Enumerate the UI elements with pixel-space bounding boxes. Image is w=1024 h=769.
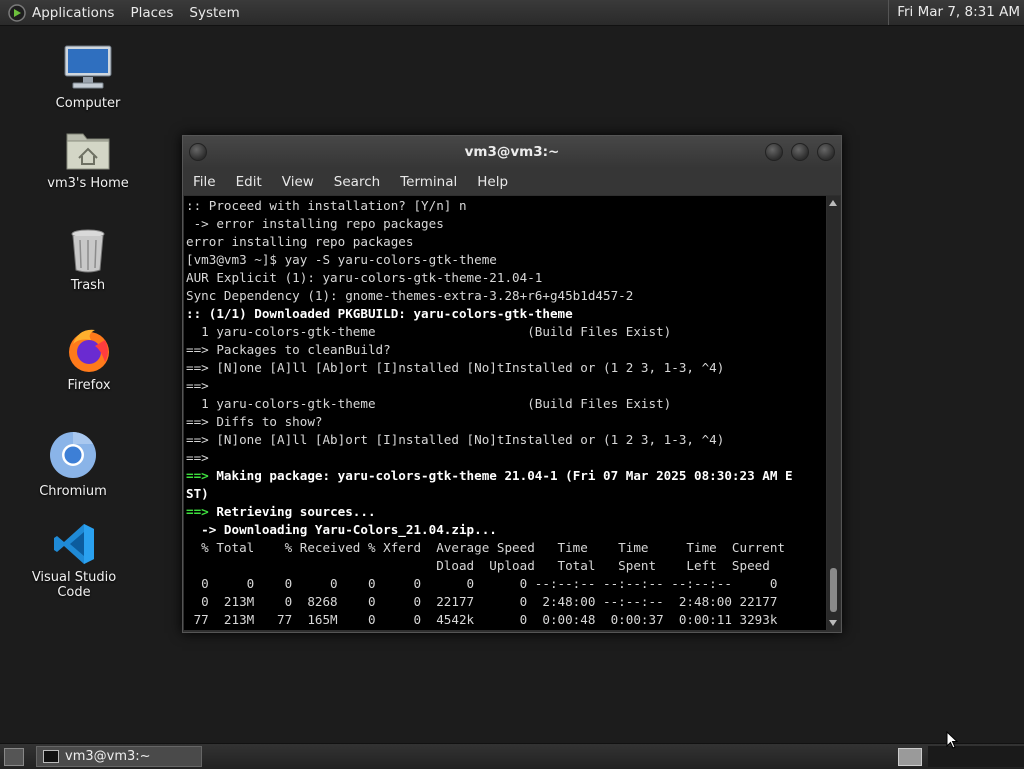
scroll-down-icon[interactable] (829, 620, 837, 626)
scroll-up-icon[interactable] (829, 200, 837, 206)
menubar: File Edit View Search Terminal Help (183, 168, 841, 195)
desktop-icon-home[interactable]: vm3's Home (43, 128, 133, 191)
terminal-line: Sync Dependency (1): gnome-themes-extra-… (186, 288, 634, 303)
terminal-line: 77 213M 77 165M 0 0 4542k 0 0:00:48 0:00… (186, 612, 778, 627)
menu-view[interactable]: View (282, 174, 314, 190)
window-title: vm3@vm3:~ (464, 144, 560, 160)
desktop-icon-vscode[interactable]: Visual Studio Code (14, 522, 134, 600)
terminal-line: AUR Explicit (1): yaru-colors-gtk-theme-… (186, 270, 543, 285)
distro-logo-icon[interactable] (8, 3, 26, 22)
terminal-line: Dload Upload Total Spent Left Speed (186, 558, 770, 573)
computer-icon (64, 45, 112, 89)
terminal-line: :: (1/1) Downloaded PKGBUILD: yaru-color… (186, 306, 573, 321)
window-menu-icon[interactable] (189, 143, 207, 161)
terminal-line: -> Downloading Yaru-Colors_21.04.zip... (186, 522, 497, 537)
terminal-line: [vm3@vm3 ~]$ yay -S yaru-colors-gtk-them… (186, 252, 497, 267)
terminal-line: ==> Retrieving sources... (186, 504, 376, 519)
desktop-icon-label: Visual Studio Code (31, 570, 117, 600)
terminal-line: 0 213M 0 8268 0 0 22177 0 2:48:00 --:--:… (186, 594, 778, 609)
terminal-line: ==> (186, 378, 209, 393)
desktop-icon-firefox[interactable]: Firefox (53, 326, 125, 393)
desktop-icon-label: Trash (70, 278, 106, 293)
terminal-line: 1 yaru-colors-gtk-theme (Build Files Exi… (186, 324, 672, 339)
home-folder-icon (66, 133, 110, 170)
menu-applications[interactable]: Applications (32, 5, 114, 21)
workspace-2[interactable] (928, 746, 1024, 767)
terminal-line: ==> Packages to cleanBuild? (186, 342, 391, 357)
terminal-line: 0 0 0 0 0 0 0 0 --:--:-- --:--:-- --:--:… (186, 576, 778, 591)
menu-help[interactable]: Help (477, 174, 508, 190)
terminal-line: % Total % Received % Xferd Average Speed… (186, 540, 785, 555)
terminal-line: :: Proceed with installation? [Y/n] n (186, 198, 467, 213)
chromium-icon (50, 432, 96, 478)
terminal-output[interactable]: :: Proceed with installation? [Y/n] n ->… (184, 196, 826, 630)
desktop-icon-label: vm3's Home (47, 176, 129, 191)
bottom-panel: vm3@vm3:~ (0, 743, 1024, 769)
menu-search[interactable]: Search (334, 174, 380, 190)
desktop-icon-computer[interactable]: Computer (48, 44, 128, 111)
desktop-icon-chromium[interactable]: Chromium (37, 430, 109, 499)
vscode-icon (54, 524, 94, 564)
mouse-cursor-icon (946, 731, 958, 749)
scroll-thumb[interactable] (830, 568, 837, 612)
menu-places[interactable]: Places (130, 5, 173, 21)
top-menu: Applications Places System (0, 0, 256, 25)
terminal-line: ==> Diffs to show? (186, 414, 323, 429)
firefox-icon (69, 329, 109, 372)
terminal-icon (43, 750, 59, 763)
terminal-line: ST) (186, 486, 209, 501)
workspace-1[interactable] (898, 748, 922, 766)
menu-terminal[interactable]: Terminal (400, 174, 457, 190)
taskbar-item-terminal[interactable]: vm3@vm3:~ (36, 746, 202, 767)
maximize-button[interactable] (791, 143, 809, 161)
desktop-icon-label: Chromium (39, 484, 107, 499)
trash-icon (71, 229, 105, 273)
menu-file[interactable]: File (193, 174, 216, 190)
top-panel: Applications Places System Fri Mar 7, 8:… (0, 0, 1024, 26)
terminal-line: ==> (186, 450, 209, 465)
desktop-icon-trash[interactable]: Trash (53, 228, 123, 293)
terminal-line: ==> Making package: yaru-colors-gtk-them… (186, 468, 793, 483)
terminal-text: :: Proceed with installation? [Y/n] n ->… (184, 196, 826, 629)
menu-system[interactable]: System (189, 5, 239, 21)
terminal-line: 1 yaru-colors-gtk-theme (Build Files Exi… (186, 396, 672, 411)
menu-edit[interactable]: Edit (236, 174, 262, 190)
clock[interactable]: Fri Mar 7, 8:31 AM (888, 0, 1020, 25)
taskbar-item-label: vm3@vm3:~ (65, 749, 151, 764)
minimize-button[interactable] (765, 143, 783, 161)
terminal-line: ==> [N]one [A]ll [Ab]ort [I]nstalled [No… (186, 360, 725, 375)
desktop-icon-label: Firefox (67, 378, 111, 393)
terminal-window[interactable]: vm3@vm3:~ File Edit View Search Terminal… (182, 135, 842, 633)
window-titlebar[interactable]: vm3@vm3:~ (183, 136, 841, 168)
desktop-icon-label: Computer (55, 96, 121, 111)
vertical-scrollbar[interactable] (827, 196, 840, 630)
close-button[interactable] (817, 143, 835, 161)
show-desktop-icon[interactable] (4, 748, 24, 766)
terminal-line: error installing repo packages (186, 234, 414, 249)
terminal-line: -> error installing repo packages (186, 216, 444, 231)
terminal-line: ==> [N]one [A]ll [Ab]ort [I]nstalled [No… (186, 432, 725, 447)
